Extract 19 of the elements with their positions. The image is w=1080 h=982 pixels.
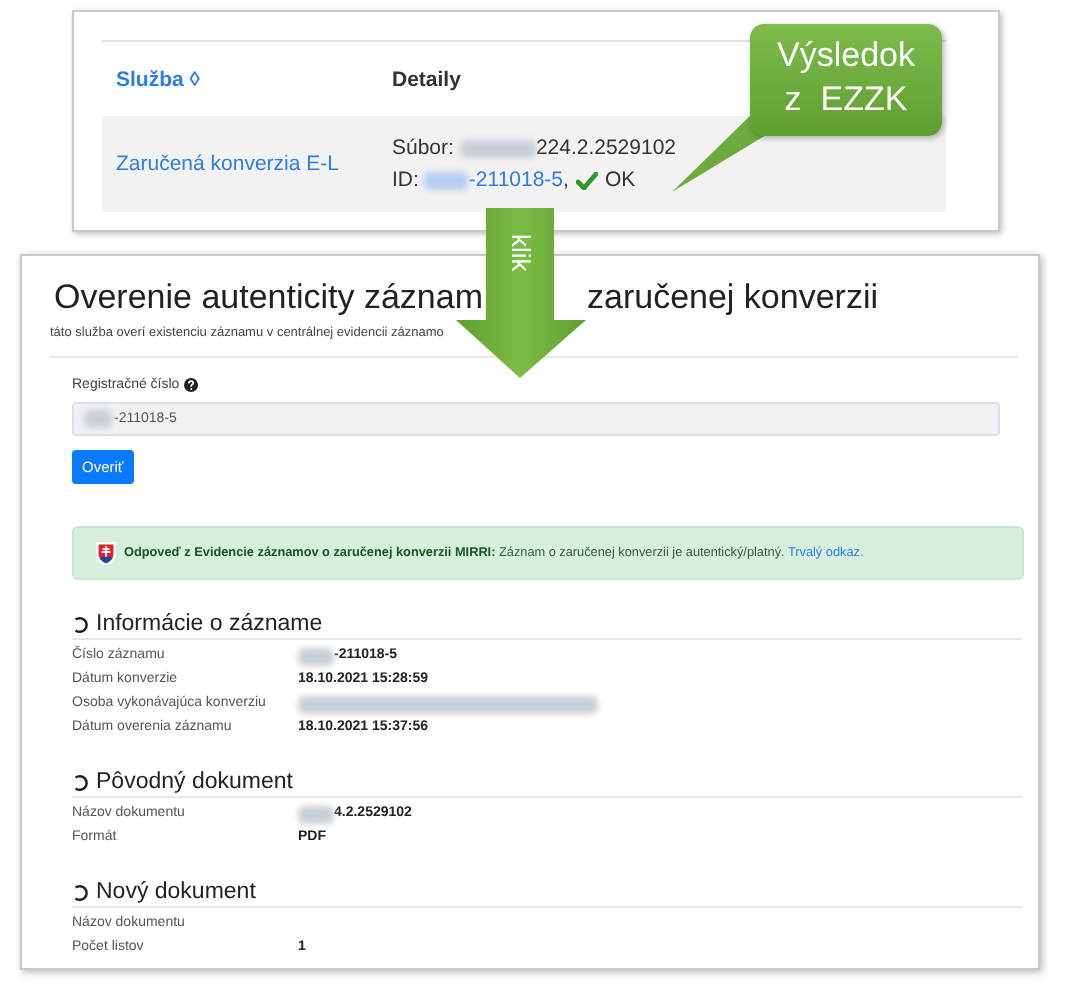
column-header: Detaily <box>392 67 461 91</box>
page-title: zaručenej konverzii <box>587 276 879 320</box>
reload-icon <box>72 615 90 633</box>
id-label: ID: <box>392 166 419 196</box>
column-header-link[interactable]: Služba ◊ <box>116 67 200 91</box>
reload-icon <box>72 773 90 791</box>
callout-bubble: Výsledok z EZZK <box>750 24 942 136</box>
page-title: Overenie autenticity záznam <box>54 276 483 320</box>
arrow-label: klik <box>504 234 536 272</box>
id-link[interactable]: -211018-5 <box>468 164 564 196</box>
file-label: Súbor: <box>392 134 454 164</box>
status-text: OK <box>604 166 636 196</box>
section-title: Pôvodný dokument <box>96 770 293 794</box>
service-link[interactable]: Zaručená konverzia E-L <box>116 152 339 176</box>
separator-text: , <box>563 166 569 196</box>
section-title: Nový dokument <box>96 880 256 904</box>
section-title: Informácie o zázname <box>96 612 323 636</box>
file-name: 224.2.2529102 <box>535 134 677 164</box>
reload-icon <box>72 883 90 901</box>
